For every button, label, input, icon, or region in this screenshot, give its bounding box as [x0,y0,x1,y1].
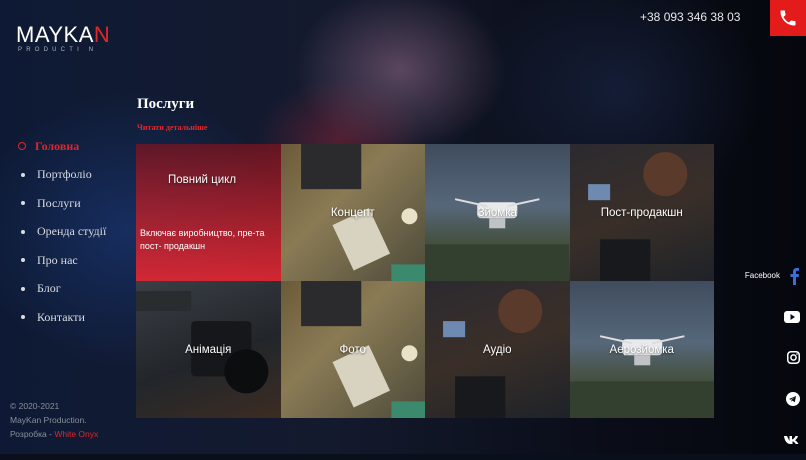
service-label: Анімація [185,343,232,356]
service-tile-audio[interactable]: Аудіо [425,281,570,418]
nav-label: Портфоліо [37,167,92,182]
services-grid: Повний цикл Включає виробництво, пре-та … [136,144,714,418]
logo-text: MAYKA [16,22,94,47]
copyright-years: © 2020-2021 [10,401,60,411]
bullet-icon [21,286,25,291]
nav-label: Про нас [37,252,78,267]
nav-label: Контакти [37,309,85,324]
facebook-label: Facebook [744,271,780,280]
logo-subtitle: PRODUCTI N [18,47,98,53]
service-tile-post-production[interactable]: Пост-продакшн [569,144,714,281]
logo[interactable]: MAYKAN PRODUCTI N [16,22,110,53]
bullet-icon [21,258,25,263]
nav-item-home[interactable]: Головна [18,132,106,161]
facebook-icon [790,267,799,285]
vk-icon [784,435,799,444]
service-label: Аерозйомка [609,343,674,356]
call-button[interactable] [770,0,806,36]
logo-text-accent: N [93,22,111,47]
service-tile-concept[interactable]: Концепт [280,144,425,281]
main-nav: Головна Портфоліо Послуги Оренда студії … [18,132,106,332]
service-tile-shooting[interactable]: Зйомка [425,144,570,281]
phone-number[interactable]: +38 093 346 38 03 [640,10,740,24]
developer-prefix: Розробка - [10,429,55,439]
service-tile-animation[interactable]: Анімація [136,281,281,418]
service-label: Зйомка [477,206,517,219]
phone-icon [780,10,796,26]
read-more-link[interactable]: Читати детальніше [137,123,207,132]
service-tile-full-cycle[interactable]: Повний цикл Включає виробництво, пре-та … [136,144,281,281]
nav-item-portfolio[interactable]: Портфоліо [18,161,106,190]
service-label: Концепт [330,206,375,219]
instagram-link[interactable] [787,337,800,378]
bullet-icon [21,172,25,177]
service-label: Аудіо [482,343,512,356]
social-links: Facebook [745,255,800,460]
nav-label: Оренда студії [37,224,107,239]
bullet-icon [21,229,25,234]
nav-item-about[interactable]: Про нас [18,246,106,275]
section-title: Послуги [137,96,195,112]
telegram-link[interactable] [786,378,800,419]
nav-item-blog[interactable]: Блог [18,275,106,304]
facebook-link[interactable]: Facebook [745,255,800,296]
copyright-company: MayKan Production. [10,415,87,425]
service-description: Включає виробництво, пре-та пост- продак… [140,228,265,251]
developer-credit: Розробка - White Onyx [10,427,98,441]
service-label: Фото [339,343,366,356]
service-tile-photo[interactable]: Фото [280,281,425,418]
telegram-icon [786,391,800,406]
nav-item-studio-rent[interactable]: Оренда студії [18,218,106,247]
youtube-link[interactable] [784,296,800,337]
bullet-icon [21,315,25,320]
nav-label: Головна [35,138,80,153]
footer-copyright: © 2020-2021 MayKan Production. Розробка … [10,399,98,441]
youtube-icon [784,310,800,323]
service-label: Повний цикл [168,174,237,186]
instagram-icon [787,351,800,364]
nav-label: Блог [37,281,61,296]
nav-label: Послуги [37,195,81,210]
active-ring-icon [18,142,26,151]
developer-link[interactable]: White Onyx [54,429,98,439]
service-tile-aerial[interactable]: Аерозйомка [569,281,714,418]
service-label: Пост-продакшн [600,206,683,219]
bullet-icon [21,201,25,206]
nav-item-contacts[interactable]: Контакти [18,303,106,332]
nav-item-services[interactable]: Послуги [18,189,106,218]
